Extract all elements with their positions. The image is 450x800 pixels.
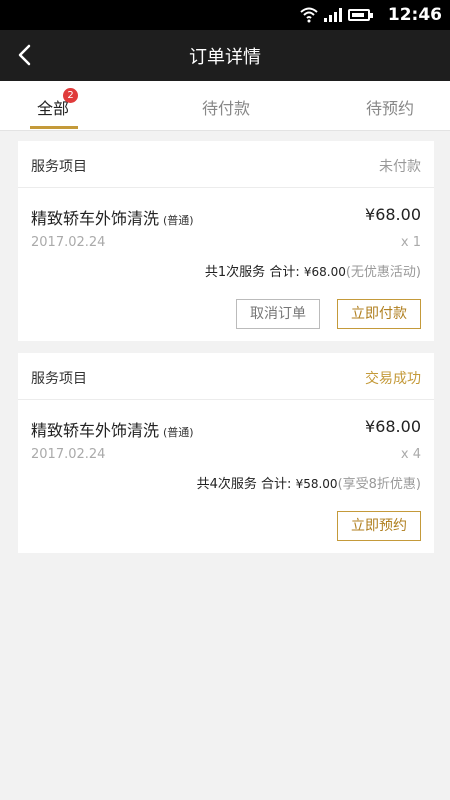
status-bar: 12:46 — [0, 0, 450, 30]
total-label: 合计: — [269, 265, 300, 280]
order-status: 交易成功 — [365, 371, 421, 387]
order-card-header: 服务项目 未付款 — [18, 141, 434, 188]
item-name-text: 精致轿车外饰清洗 — [31, 421, 160, 440]
tab-bar: 全部 2 待付款 待预约 — [0, 81, 450, 131]
total-amount: ¥58.00 — [295, 477, 338, 491]
tab-unpaid[interactable]: 待付款 — [202, 95, 250, 119]
notification-badge: 2 — [63, 88, 78, 103]
order-date: 2017.02.24 — [31, 235, 106, 250]
book-now-button[interactable]: 立即预约 — [337, 511, 421, 541]
total-amount: ¥68.00 — [303, 265, 346, 279]
item-tag: (普通) — [163, 214, 194, 227]
discount-note: (享受8折优惠) — [337, 477, 421, 492]
item-price: ¥68.00 — [365, 417, 421, 436]
item-quantity: x 1 — [400, 235, 421, 250]
signal-icon — [324, 8, 342, 22]
service-count: 共4次服务 — [196, 477, 257, 492]
item-name: 精致轿车外饰清洗 (普通) — [31, 205, 194, 229]
active-tab-indicator — [30, 126, 78, 129]
wifi-icon — [300, 7, 318, 23]
status-icons — [300, 7, 373, 23]
order-status: 未付款 — [379, 159, 421, 175]
item-tag: (普通) — [163, 426, 194, 439]
item-name-text: 精致轿车外饰清洗 — [31, 209, 160, 228]
navigation-bar: 订单详情 — [0, 30, 450, 81]
page-title: 订单详情 — [189, 47, 261, 68]
item-name: 精致轿车外饰清洗 (普通) — [31, 417, 194, 441]
order-card: 服务项目 交易成功 精致轿车外饰清洗 (普通) ¥68.00 2017.02.24… — [18, 353, 434, 553]
order-summary: 共1次服务 合计: ¥68.00(无优惠活动) — [205, 261, 421, 280]
order-card-header: 服务项目 交易成功 — [18, 353, 434, 400]
pay-now-button[interactable]: 立即付款 — [337, 299, 421, 329]
order-date: 2017.02.24 — [31, 447, 106, 462]
section-label: 服务项目 — [31, 159, 87, 175]
cancel-order-button[interactable]: 取消订单 — [236, 299, 320, 329]
order-summary: 共4次服务 合计: ¥58.00(享受8折优惠) — [197, 473, 421, 492]
tab-to-book[interactable]: 待预约 — [366, 95, 414, 119]
discount-note: (无优惠活动) — [345, 265, 421, 280]
order-card: 服务项目 未付款 精致轿车外饰清洗 (普通) ¥68.00 2017.02.24 … — [18, 141, 434, 341]
item-quantity: x 4 — [400, 447, 421, 462]
battery-icon — [348, 9, 373, 21]
status-time: 12:46 — [387, 5, 442, 25]
item-price: ¥68.00 — [365, 205, 421, 224]
section-label: 服务项目 — [31, 371, 87, 387]
total-label: 合计: — [261, 477, 292, 492]
service-count: 共1次服务 — [204, 265, 266, 280]
